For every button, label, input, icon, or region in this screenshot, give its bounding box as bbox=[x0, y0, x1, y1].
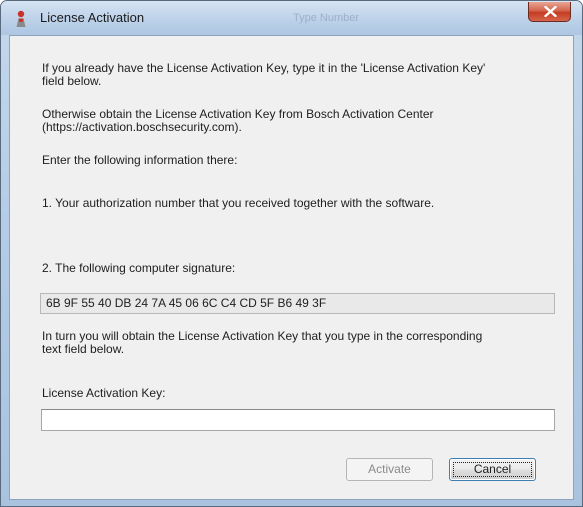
intro-text: If you already have the License Activati… bbox=[42, 62, 552, 88]
title-bar[interactable]: Type Number License Activation bbox=[1, 1, 582, 35]
computer-signature-field: 6B 9F 55 40 DB 24 7A 45 06 6C C4 CD 5F B… bbox=[40, 293, 555, 314]
cancel-button[interactable]: Cancel bbox=[449, 458, 536, 481]
intro-line-1: If you already have the License Activati… bbox=[42, 61, 486, 75]
step-2-text: 2. The following computer signature: bbox=[42, 261, 236, 275]
background-title-hint: Type Number bbox=[293, 12, 360, 24]
cancel-button-label: Cancel bbox=[473, 462, 512, 476]
otherwise-text: Otherwise obtain the License Activation … bbox=[42, 108, 552, 134]
in-turn-line-2: text field below. bbox=[42, 342, 125, 356]
in-turn-text: In turn you will obtain the License Acti… bbox=[42, 330, 552, 356]
step-1-text: 1. Your authorization number that you re… bbox=[42, 196, 435, 210]
bosch-person-icon bbox=[13, 10, 29, 28]
license-key-label: License Activation Key: bbox=[42, 386, 166, 400]
activate-button[interactable]: Activate bbox=[346, 458, 433, 481]
dialog-client-area: If you already have the License Activati… bbox=[9, 35, 574, 500]
close-x-icon bbox=[544, 6, 557, 17]
enter-info-text: Enter the following information there: bbox=[42, 153, 238, 167]
window-title: License Activation bbox=[40, 10, 145, 25]
close-button[interactable] bbox=[528, 2, 571, 22]
license-key-input[interactable] bbox=[41, 409, 555, 431]
otherwise-line-2: (https://activation.boschsecurity.com). bbox=[42, 120, 242, 134]
intro-line-2: field below. bbox=[42, 74, 102, 88]
license-activation-window: Type Number License Activation If you al… bbox=[0, 0, 583, 507]
